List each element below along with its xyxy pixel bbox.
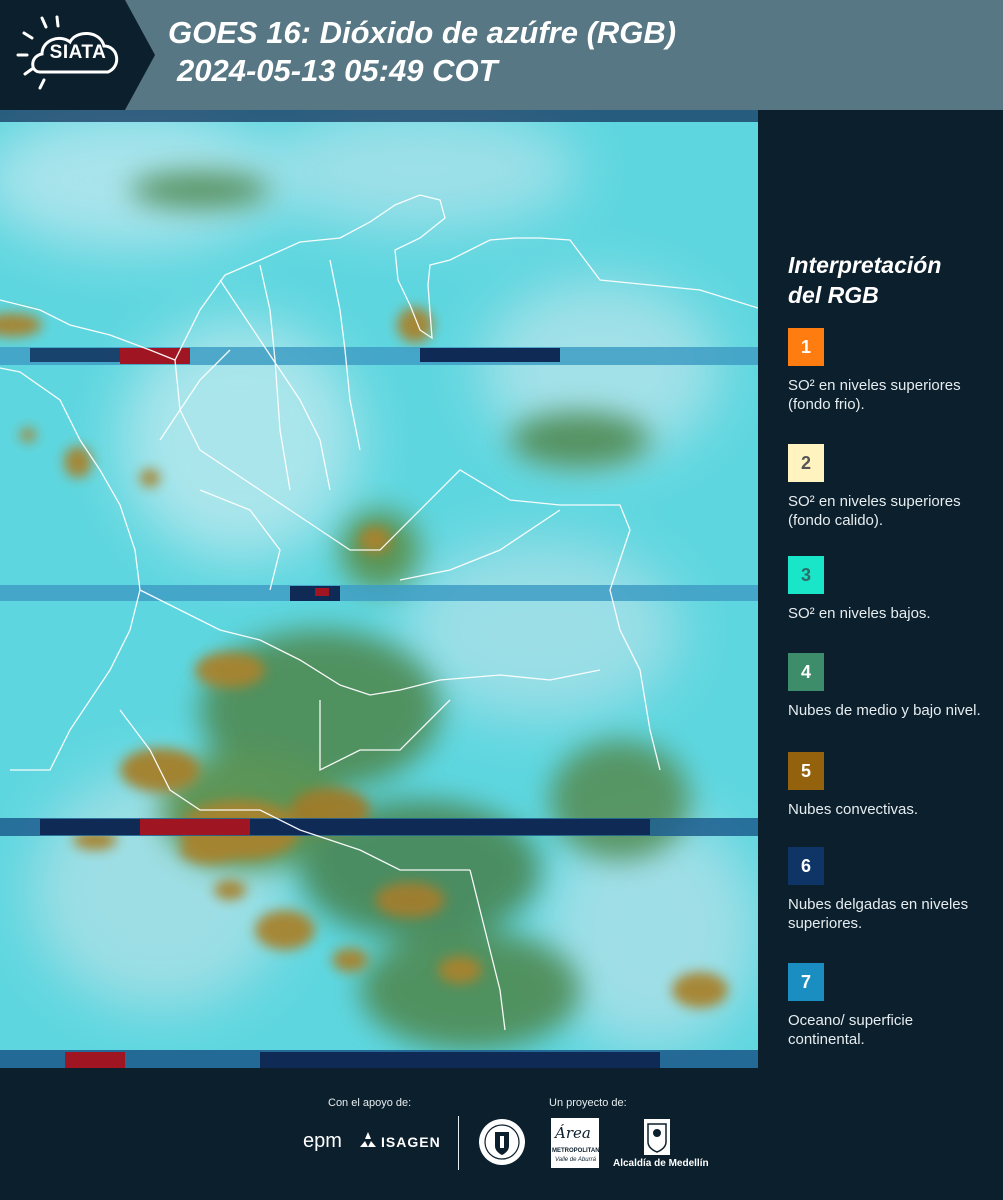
satellite-image [0,110,758,1068]
area-logo-sub1: METROPOLITANA [552,1148,604,1154]
legend-description-2: SO² en niveles superiores (fondo calido)… [788,493,961,529]
legend-item-7: 7 Oceano/ superficie continental. [788,963,993,1049]
legend-description-1: SO² en niveles superiores (fondo frio). [788,377,961,413]
isagen-icon [360,1132,376,1147]
legend-item-2: 2 SO² en niveles superiores (fondo calido… [788,444,993,530]
siata-logo[interactable]: SIATA [0,0,155,110]
epm-logo[interactable]: epm [303,1130,342,1153]
legend-items: 1 SO² en niveles superiores (fondo frio).… [788,328,993,1049]
footer: Con el apoyo de: Un proyecto de: epm ISA… [0,1068,1003,1200]
title-line-datetime: 2024-05-13 05:49 COT [177,53,498,88]
support-label: Con el apoyo de: [328,1097,412,1109]
area-logo-sub2: Valle de Aburrá [555,1157,596,1163]
legend-swatch-1: 1 [788,328,824,366]
legend-swatch-7: 7 [788,963,824,1001]
alcaldia-logo: Alcaldía de Medellín [613,1158,709,1169]
satellite-map[interactable] [0,110,758,1068]
legend-title-line1: Interpretación [788,252,942,278]
legend-swatch-5: 5 [788,752,824,790]
legend-item-3: 3 SO² en niveles bajos. [788,556,993,623]
legend-description-6: Nubes delgadas en niveles superiores. [788,896,969,932]
footer-divider [458,1116,459,1170]
legend-item-1: 1 SO² en niveles superiores (fondo frio). [788,328,993,414]
page-title: GOES 16: Dióxido de azúfre (RGB) 2024-05… [168,14,676,90]
title-line-product: GOES 16: Dióxido de azúfre (RGB) [168,15,677,50]
legend-swatch-6: 6 [788,847,824,885]
legend-swatch-3: 3 [788,556,824,594]
medellin-shield-icon[interactable] [643,1118,671,1156]
area-logo-text: Área [555,1124,591,1142]
legend-description-3: SO² en niveles bajos. [788,605,931,622]
legend-title-line2: del RGB [788,282,879,308]
area-metropolitana-logo[interactable]: Área METROPOLITANA Valle de Aburrá [551,1118,604,1168]
rgb-legend: Interpretación del RGB 1 SO² en niveles s… [788,250,993,1049]
legend-swatch-2: 2 [788,444,824,482]
logo-text: SIATA [49,42,107,63]
legend-item-5: 5 Nubes convectivas. [788,752,993,819]
legend-swatch-4: 4 [788,653,824,691]
legend-title: Interpretación del RGB [788,250,993,310]
seal-icon[interactable] [478,1118,526,1166]
legend-item-6: 6 Nubes delgadas en niveles superiores. [788,847,993,933]
legend-description-5: Nubes convectivas. [788,801,919,818]
isagen-logo[interactable]: ISAGEN [381,1134,441,1150]
legend-description-4: Nubes de medio y bajo nivel. [788,702,981,719]
legend-item-4: 4 Nubes de medio y bajo nivel. [788,653,993,720]
legend-description-7: Oceano/ superficie continental. [788,1012,914,1048]
project-label: Un proyecto de: [549,1097,627,1109]
header-bar: SIATA GOES 16: Dióxido de azúfre (RGB) 2… [0,0,1003,110]
